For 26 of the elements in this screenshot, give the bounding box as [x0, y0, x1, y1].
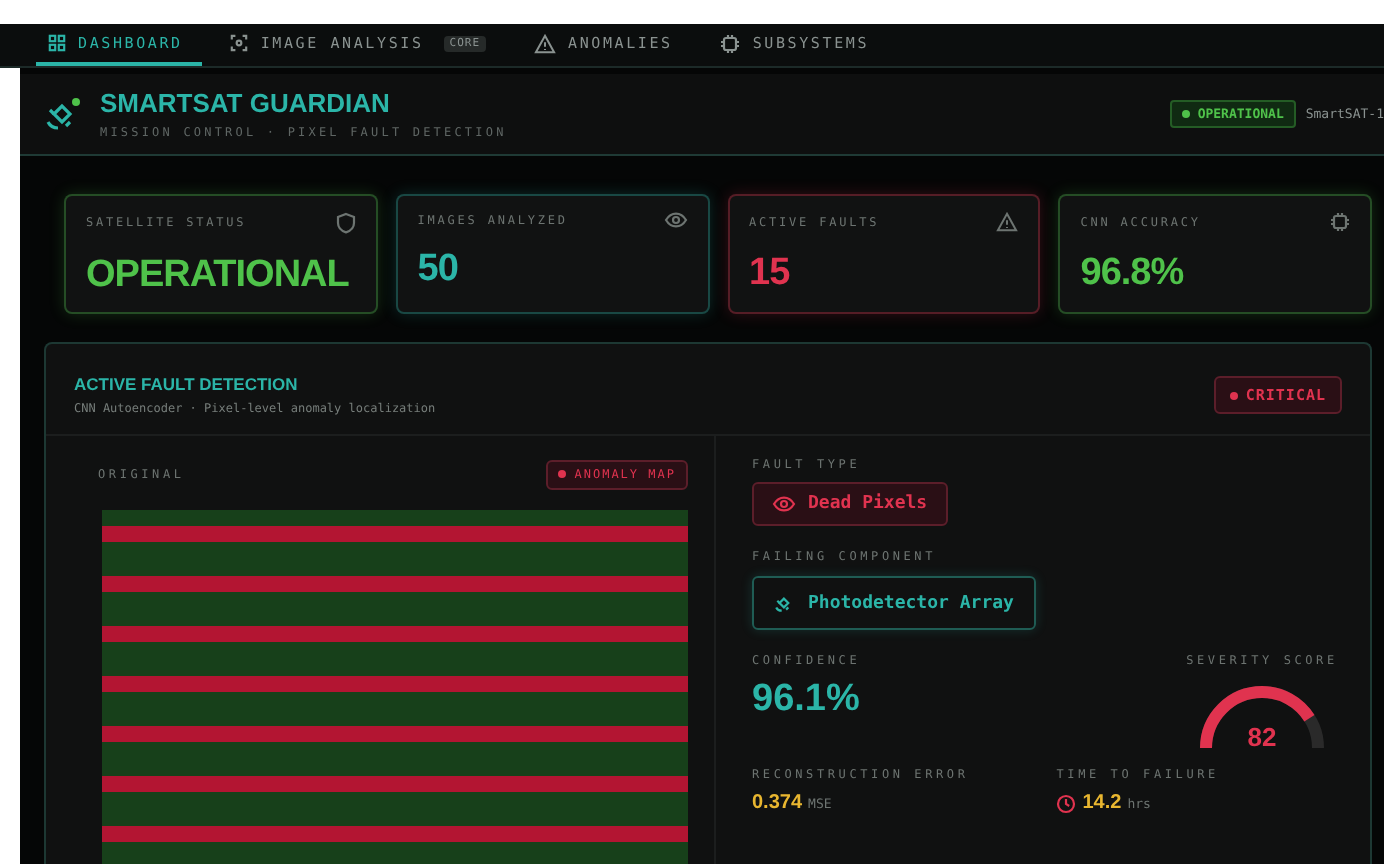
stat-value: 15	[749, 252, 792, 296]
status-dot-icon	[1181, 110, 1190, 119]
confidence-value: 96.1%	[752, 678, 861, 722]
shield-icon	[335, 212, 356, 234]
stat-value: 96.8%	[1080, 252, 1186, 296]
chip-icon	[720, 33, 741, 53]
status-dot-icon	[1229, 391, 1238, 400]
panel-title: ACTIVE FAULT DETECTION	[74, 374, 300, 394]
eye-icon	[772, 496, 796, 512]
error-value: 0.374	[752, 792, 803, 814]
grid-icon	[48, 34, 66, 52]
app-title: SMARTSAT GUARDIAN	[100, 88, 392, 118]
component-badge: Photodetector Array	[752, 576, 1036, 630]
ttf-value: 14.2	[1082, 792, 1122, 814]
stat-value: 50	[417, 248, 460, 292]
fault-type-badge: Dead Pixels	[752, 482, 948, 526]
chip-icon	[1330, 212, 1350, 232]
warning-icon	[996, 212, 1019, 232]
clock-icon	[1056, 793, 1077, 813]
severity-value: 82	[1247, 722, 1277, 752]
scan-icon	[230, 34, 249, 52]
stat-value: OPERATIONAL	[86, 254, 351, 298]
satellite-icon	[44, 96, 84, 132]
status-dot-icon	[558, 470, 567, 479]
warning-icon	[534, 33, 557, 53]
eye-icon	[663, 212, 687, 228]
